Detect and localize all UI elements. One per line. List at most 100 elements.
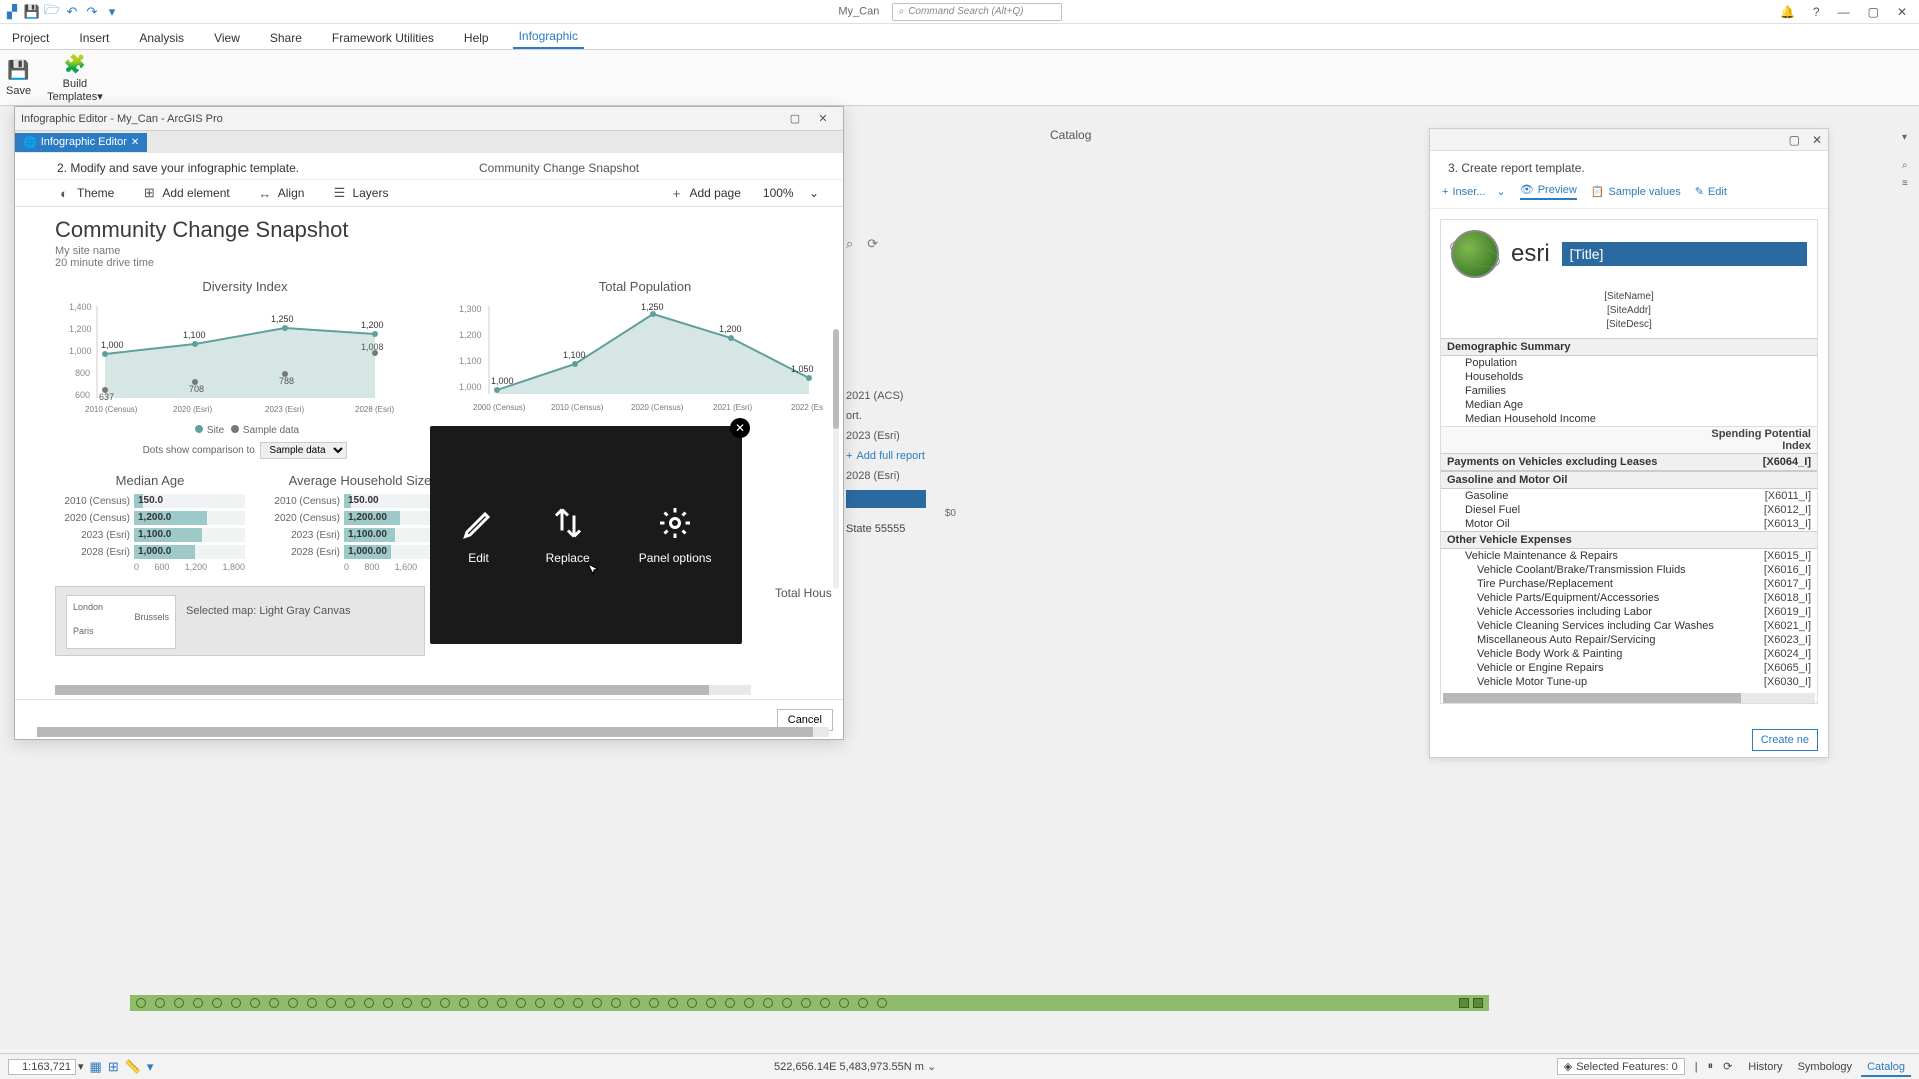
- ribbon-build-templates-label: BuildTemplates▾: [47, 78, 103, 102]
- svg-text:708: 708: [189, 384, 204, 394]
- tab-infographic[interactable]: Infographic: [513, 25, 584, 49]
- svg-text:1,100: 1,100: [183, 330, 206, 340]
- command-search-input[interactable]: Command Search (Alt+Q): [892, 3, 1062, 21]
- report-preview-button[interactable]: 👁Preview: [1520, 183, 1577, 200]
- tab-help[interactable]: Help: [458, 27, 495, 49]
- section-header: Gasoline and Motor Oil: [1441, 471, 1817, 489]
- site-name: My site name: [55, 245, 835, 257]
- tab-symbology[interactable]: Symbology: [1792, 1059, 1858, 1075]
- median-age-block[interactable]: Median Age 2010 (Census)150.0 2020 (Cens…: [55, 473, 245, 572]
- add-full-report-link[interactable]: +Add full report: [846, 450, 956, 462]
- help-icon[interactable]: ?: [1813, 5, 1820, 19]
- zoom-dropdown[interactable]: 100% ⌄: [763, 186, 819, 200]
- report-sample-values-button[interactable]: 📋Sample values: [1591, 185, 1681, 198]
- tab-analysis[interactable]: Analysis: [133, 27, 190, 49]
- svg-text:1,250: 1,250: [271, 314, 294, 324]
- svg-text:1,200: 1,200: [361, 320, 384, 330]
- selection-icon: ◈: [1564, 1060, 1572, 1073]
- menu-icon[interactable]: ≡: [1902, 178, 1912, 188]
- grid-icon[interactable]: ▦: [90, 1059, 102, 1075]
- open-icon[interactable]: 🗁: [44, 4, 60, 20]
- svg-text:2023 (Esri): 2023 (Esri): [265, 405, 304, 414]
- editor-hscroll[interactable]: [37, 727, 829, 737]
- avg-household-block[interactable]: Average Household Size 2010 (Census)150.…: [265, 473, 455, 572]
- notifications-icon[interactable]: 🔔: [1780, 5, 1795, 19]
- editor-close-icon[interactable]: ✕: [809, 112, 837, 125]
- add-element-button[interactable]: ⊞Add element: [142, 186, 229, 200]
- map-preview[interactable]: London Brussels Paris Selected map: Ligh…: [55, 586, 425, 656]
- align-button[interactable]: ↔Align: [258, 186, 305, 200]
- popup-close-icon[interactable]: ✕: [730, 418, 750, 438]
- tab-insert[interactable]: Insert: [73, 27, 115, 49]
- search-icon[interactable]: ⌕: [846, 236, 853, 252]
- panel-close-icon[interactable]: ✕: [1812, 133, 1822, 147]
- close-icon[interactable]: ✕: [1897, 5, 1907, 19]
- dropdown-icon[interactable]: ▾: [1902, 132, 1912, 142]
- editor-tab-chip[interactable]: 🌐 Infographic Editor ✕: [15, 133, 147, 152]
- pin-icon[interactable]: ⌕: [1902, 160, 1912, 170]
- add-page-button[interactable]: +Add page: [670, 186, 741, 200]
- popup-edit-option[interactable]: Edit: [461, 505, 497, 565]
- scale-input[interactable]: 1:163,721: [8, 1059, 76, 1075]
- qat-dropdown-icon[interactable]: ▾: [104, 4, 120, 20]
- refresh-icon[interactable]: ⟳: [1723, 1060, 1732, 1073]
- tab-view[interactable]: View: [208, 27, 246, 49]
- canvas-hscroll[interactable]: [55, 685, 751, 695]
- plus-icon: +: [1442, 186, 1448, 198]
- undo-icon[interactable]: ↶: [64, 4, 80, 20]
- tab-project[interactable]: Project: [6, 27, 55, 49]
- create-new-button[interactable]: Create ne: [1752, 729, 1818, 751]
- report-insert-button[interactable]: +Inser... ⌄: [1442, 185, 1506, 198]
- ribbon-save-button[interactable]: 💾 Save: [6, 59, 31, 97]
- diversity-index-chart[interactable]: Diversity Index 1,400 1,200 1,000 800 60…: [55, 279, 435, 459]
- popup-edit-label: Edit: [468, 551, 489, 565]
- chevron-down-icon[interactable]: ⌄: [927, 1061, 936, 1073]
- report-edit-button[interactable]: ✎Edit: [1695, 185, 1727, 198]
- timeline-bar[interactable]: [130, 995, 1489, 1011]
- ruler-icon[interactable]: 📏: [125, 1059, 141, 1075]
- theme-icon: ◐: [57, 186, 71, 200]
- popup-panel-options-option[interactable]: Panel options: [639, 505, 712, 565]
- minimize-icon[interactable]: —: [1838, 5, 1850, 19]
- editor-maximize-icon[interactable]: ▢: [781, 112, 809, 125]
- ribbon-build-templates-button[interactable]: 🧩 BuildTemplates▾: [47, 52, 103, 102]
- svg-text:2010 (Census): 2010 (Census): [551, 403, 604, 412]
- tab-share[interactable]: Share: [264, 27, 308, 49]
- tab-catalog[interactable]: Catalog: [1861, 1059, 1911, 1077]
- report-hscroll[interactable]: [1443, 693, 1815, 703]
- pause-icon[interactable]: ⏸: [1708, 1060, 1714, 1073]
- state-label: State 55555: [846, 523, 956, 535]
- svg-text:2021 (Esri): 2021 (Esri): [713, 403, 752, 412]
- popup-replace-option[interactable]: Replace: [546, 505, 590, 565]
- vscroll-thumb[interactable]: [833, 329, 839, 429]
- svg-text:1,000: 1,000: [491, 376, 514, 386]
- plus-icon: +: [846, 450, 852, 462]
- svg-text:800: 800: [75, 368, 90, 378]
- report-preview[interactable]: esri [Title] [SiteName] [SiteAddr] [Site…: [1440, 219, 1818, 704]
- selected-features[interactable]: ◈Selected Features: 0: [1557, 1058, 1685, 1075]
- svg-text:2028 (Esri): 2028 (Esri): [355, 405, 394, 414]
- ribbon-tabs: Project Insert Analysis View Share Frame…: [0, 24, 1919, 50]
- maximize-icon[interactable]: ▢: [1868, 5, 1879, 19]
- map-inset: London Brussels Paris: [66, 595, 176, 649]
- editor-titlebar[interactable]: Infographic Editor - My_Can - ArcGIS Pro…: [15, 107, 843, 131]
- svg-text:1,100: 1,100: [563, 350, 586, 360]
- status-bar: 1:163,721 ▾ ▦ ⊞ 📏 ▾ 522,656.14E 5,483,97…: [0, 1053, 1919, 1079]
- chart-legend: Site Sample data: [55, 425, 435, 436]
- save-icon[interactable]: 💾: [24, 4, 40, 20]
- gear-icon: [657, 505, 693, 541]
- comparison-select[interactable]: Sample data: [260, 442, 347, 459]
- theme-button[interactable]: ◐Theme: [57, 186, 114, 200]
- tab-close-icon[interactable]: ✕: [131, 137, 139, 148]
- project-name: My_Can Command Search (Alt+Q): [120, 3, 1780, 21]
- snap-icon[interactable]: ⊞: [108, 1059, 119, 1075]
- redo-icon[interactable]: ↷: [84, 4, 100, 20]
- panel-restore-icon[interactable]: ▢: [1789, 133, 1800, 147]
- layers-button[interactable]: ☰Layers: [332, 186, 388, 200]
- right-edge-tools: ▾ ⌕ ≡: [1897, 126, 1917, 726]
- editor-step-header: 2. Modify and save your infographic temp…: [15, 153, 843, 180]
- tab-framework-utilities[interactable]: Framework Utilities: [326, 27, 440, 49]
- tab-history[interactable]: History: [1742, 1059, 1788, 1075]
- scale-dropdown-icon[interactable]: ▾: [78, 1060, 84, 1073]
- refresh-icon[interactable]: ⟳: [867, 236, 878, 252]
